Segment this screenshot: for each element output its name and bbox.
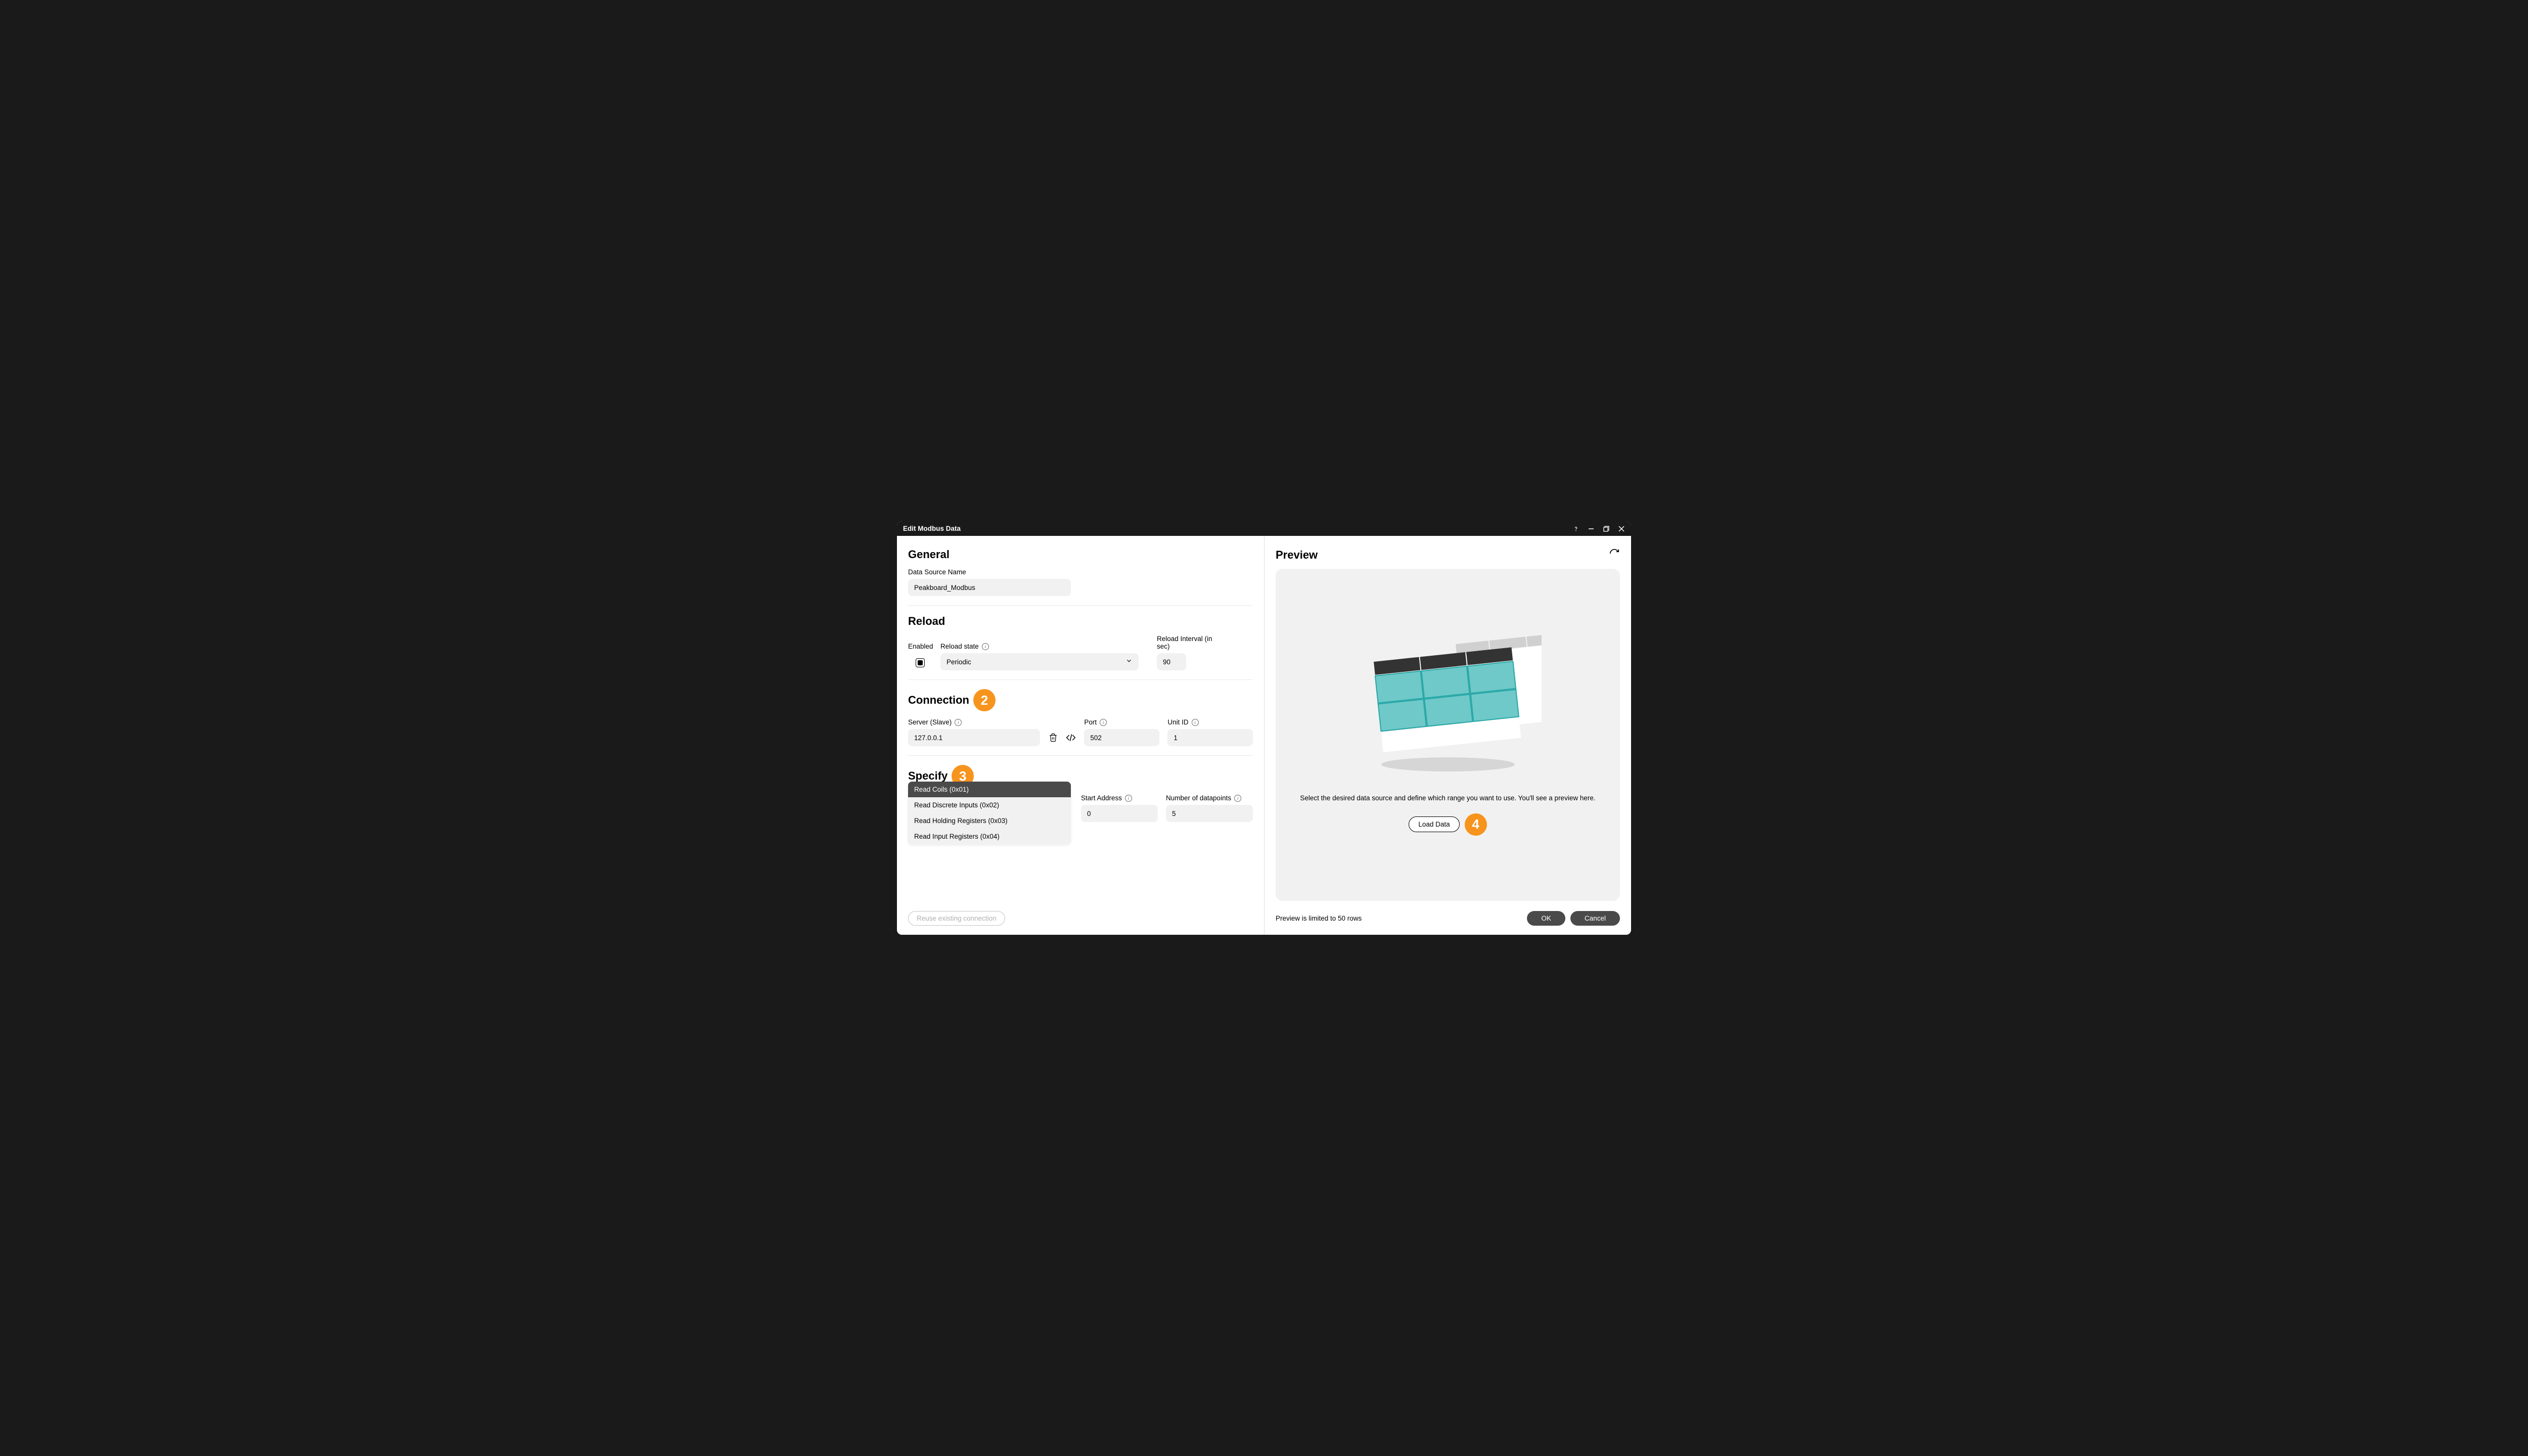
unit-id-label: Unit ID i xyxy=(1167,718,1253,726)
general-heading: General xyxy=(908,548,1253,561)
port-input[interactable] xyxy=(1084,729,1159,746)
enabled-checkbox[interactable] xyxy=(916,658,925,667)
reuse-connection-button[interactable]: Reuse existing connection xyxy=(908,911,1005,926)
divider xyxy=(908,679,1253,680)
chevron-down-icon xyxy=(1125,657,1133,667)
data-source-name-label: Data Source Name xyxy=(908,568,1253,576)
left-panel: General Data Source Name Reload Enabled … xyxy=(897,536,1265,935)
maximize-icon[interactable] xyxy=(1603,525,1610,532)
right-panel: Preview xyxy=(1265,536,1631,935)
close-icon[interactable] xyxy=(1618,525,1625,532)
info-icon[interactable]: i xyxy=(955,719,962,726)
info-icon[interactable]: i xyxy=(982,643,989,650)
ok-button[interactable]: OK xyxy=(1527,911,1565,926)
server-label: Server (Slave) i xyxy=(908,718,1040,726)
reload-state-label: Reload state i xyxy=(940,643,1139,650)
divider xyxy=(908,755,1253,756)
preview-message: Select the desired data source and defin… xyxy=(1300,794,1595,803)
titlebar: Edit Modbus Data xyxy=(897,521,1631,536)
function-code-dropdown: Read Coils (0x01) Read Discrete Inputs (… xyxy=(908,782,1071,844)
preview-placeholder: Select the desired data source and defin… xyxy=(1276,569,1620,901)
dropdown-item[interactable]: Read Input Registers (0x04) xyxy=(908,829,1071,844)
info-icon[interactable]: i xyxy=(1234,795,1241,802)
dropdown-item[interactable]: Read Holding Registers (0x03) xyxy=(908,813,1071,829)
info-icon[interactable]: i xyxy=(1125,795,1132,802)
right-footer: Preview is limited to 50 rows OK Cancel xyxy=(1276,911,1620,926)
connection-heading: Connection 2 xyxy=(908,689,1253,711)
dialog-window: Edit Modbus Data General Data Source Nam… xyxy=(897,521,1631,935)
left-footer: Reuse existing connection xyxy=(908,911,1005,926)
preview-illustration xyxy=(1355,634,1542,781)
reload-interval-label: Reload Interval (in sec) xyxy=(1157,635,1223,650)
preview-heading: Preview xyxy=(1276,549,1318,562)
reload-heading: Reload xyxy=(908,615,1253,628)
start-address-input[interactable] xyxy=(1081,805,1158,822)
num-datapoints-label: Number of datapoints i xyxy=(1166,794,1253,802)
step-badge-4: 4 xyxy=(1465,813,1487,836)
port-label: Port i xyxy=(1084,718,1159,726)
server-input[interactable] xyxy=(908,729,1040,746)
reload-state-select[interactable]: Periodic xyxy=(940,653,1139,670)
code-icon[interactable] xyxy=(1066,733,1076,743)
load-data-button[interactable]: Load Data xyxy=(1409,816,1459,832)
trash-icon[interactable] xyxy=(1048,733,1058,743)
step-badge-2: 2 xyxy=(973,689,996,711)
dropdown-item[interactable]: Read Discrete Inputs (0x02) xyxy=(908,797,1071,813)
minimize-icon[interactable] xyxy=(1588,525,1595,532)
info-icon[interactable]: i xyxy=(1100,719,1107,726)
preview-limit-text: Preview is limited to 50 rows xyxy=(1276,915,1362,922)
data-source-name-input[interactable] xyxy=(908,579,1071,596)
dropdown-item[interactable]: Read Coils (0x01) xyxy=(908,782,1071,797)
reload-interval-input[interactable] xyxy=(1157,653,1186,670)
start-address-label: Start Address i xyxy=(1081,794,1158,802)
num-datapoints-input[interactable] xyxy=(1166,805,1253,822)
cancel-button[interactable]: Cancel xyxy=(1570,911,1620,926)
help-icon[interactable] xyxy=(1572,525,1579,532)
info-icon[interactable]: i xyxy=(1192,719,1199,726)
window-title: Edit Modbus Data xyxy=(903,525,961,532)
dialog-content: General Data Source Name Reload Enabled … xyxy=(897,536,1631,935)
window-controls xyxy=(1572,525,1625,532)
unit-id-input[interactable] xyxy=(1167,729,1253,746)
enabled-label: Enabled xyxy=(908,643,932,650)
refresh-icon[interactable] xyxy=(1609,548,1620,562)
divider xyxy=(908,605,1253,606)
